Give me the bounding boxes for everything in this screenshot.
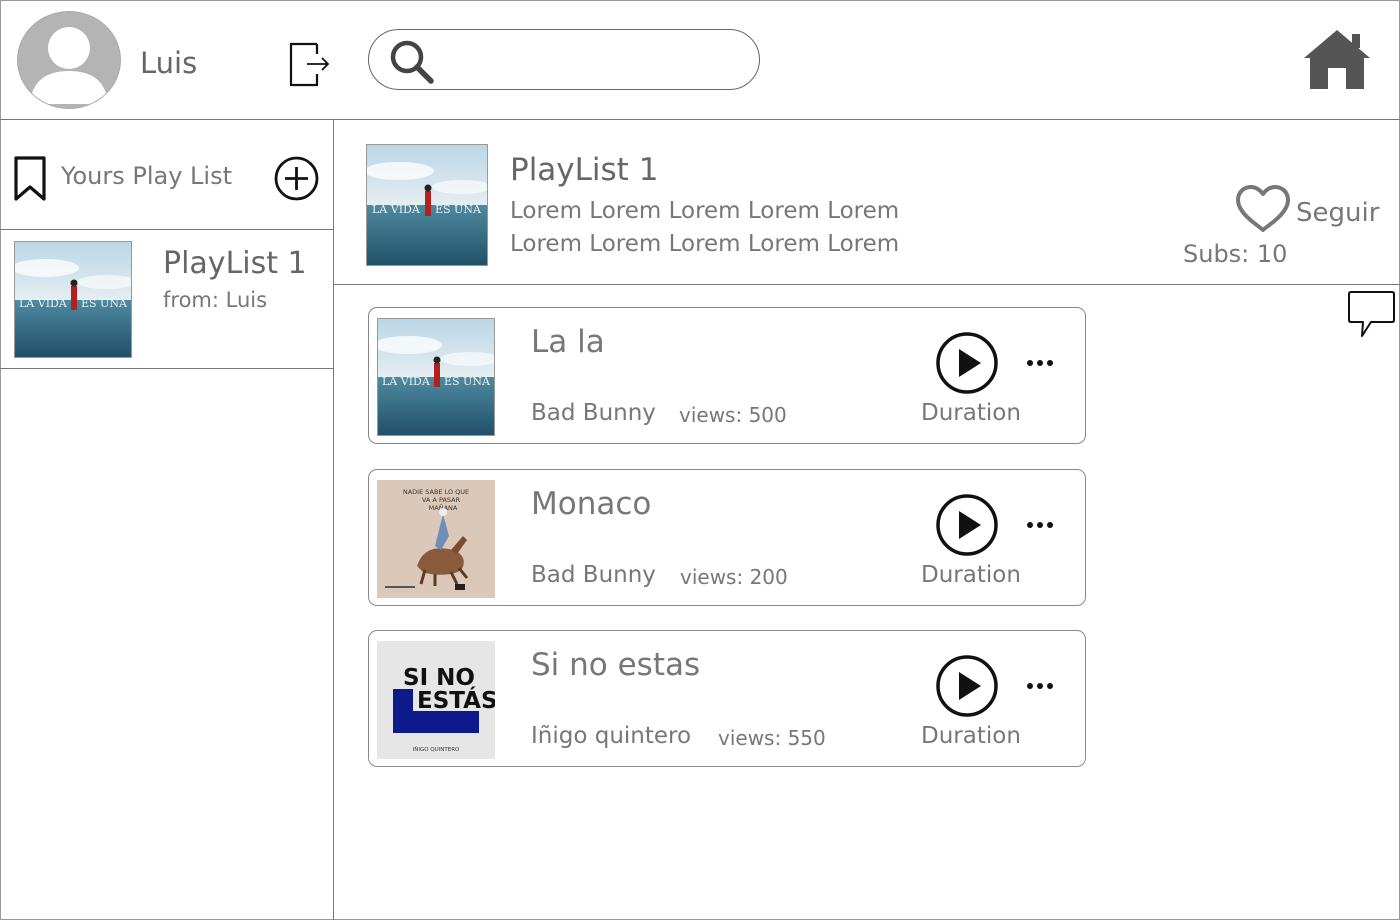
sidebar-playlist-owner: from: Luis bbox=[163, 288, 268, 312]
username: Luis bbox=[140, 46, 198, 80]
play-circle-icon[interactable] bbox=[936, 655, 998, 717]
sidebar-playlist-title: PlayList 1 bbox=[163, 246, 307, 281]
sidebar-header-divider bbox=[0, 229, 333, 230]
song-views: views: 200 bbox=[680, 565, 788, 589]
sidebar-divider bbox=[333, 120, 334, 920]
song-duration: Duration bbox=[921, 400, 1021, 426]
playlist-description-line: Lorem Lorem Lorem Lorem Lorem bbox=[510, 231, 900, 257]
song-row[interactable]: SI NO ESTÁS IÑIGO QUINTERO Si no estas I… bbox=[368, 630, 1086, 767]
app-frame bbox=[0, 0, 1400, 920]
svg-text:IÑIGO QUINTERO: IÑIGO QUINTERO bbox=[413, 746, 460, 753]
logout-icon[interactable] bbox=[289, 40, 331, 88]
song-views: views: 550 bbox=[718, 726, 826, 750]
svg-text:LA VIDA: LA VIDA bbox=[19, 297, 68, 310]
bookmark-icon bbox=[14, 156, 46, 201]
playlist-title: PlayList 1 bbox=[510, 152, 659, 188]
song-duration: Duration bbox=[921, 562, 1021, 588]
album-cover-image: LA VIDA ES UNA bbox=[378, 319, 494, 435]
album-cover-image: LA VIDA ES UNA bbox=[367, 145, 487, 265]
svg-text:ES UNA: ES UNA bbox=[435, 203, 482, 216]
song-artist[interactable]: Bad Bunny bbox=[531, 562, 656, 588]
more-dots-icon[interactable] bbox=[1025, 514, 1055, 536]
song-cover: LA VIDA ES UNA bbox=[377, 318, 495, 436]
play-circle-icon[interactable] bbox=[936, 494, 998, 556]
song-cover: SI NO ESTÁS IÑIGO QUINTERO bbox=[377, 641, 495, 759]
follow-button[interactable]: Seguir bbox=[1296, 198, 1379, 228]
song-duration: Duration bbox=[921, 723, 1021, 749]
svg-text:LA VIDA: LA VIDA bbox=[382, 375, 431, 388]
playlist-header-divider bbox=[334, 284, 1400, 285]
svg-text:ES UNA: ES UNA bbox=[444, 375, 491, 388]
song-cover: NADIE SABE LO QUE VA A PASAR MAÑANA bbox=[377, 480, 495, 598]
home-icon[interactable] bbox=[1302, 28, 1372, 90]
song-title: La la bbox=[531, 324, 605, 360]
playlist-header-cover: LA VIDA ES UNA bbox=[366, 144, 488, 266]
play-circle-icon[interactable] bbox=[936, 332, 998, 394]
comment-icon[interactable] bbox=[1347, 290, 1395, 340]
svg-text:ESTÁS: ESTÁS bbox=[417, 686, 495, 714]
svg-text:LA VIDA: LA VIDA bbox=[372, 203, 421, 216]
playlist-description: Lorem Lorem Lorem Lorem Lorem Lorem Lore… bbox=[510, 195, 930, 261]
playlist-cover: LA VIDA ES UNA bbox=[14, 241, 132, 358]
search-input[interactable] bbox=[446, 35, 750, 85]
header-divider bbox=[0, 119, 1400, 120]
more-dots-icon[interactable] bbox=[1025, 352, 1055, 374]
song-row[interactable]: LA VIDA ES UNA La la Bad Bunny views: 50… bbox=[368, 307, 1086, 444]
album-cover-image: SI NO ESTÁS IÑIGO QUINTERO bbox=[377, 641, 495, 759]
sidebar-item-divider bbox=[0, 368, 333, 369]
song-title: Monaco bbox=[531, 486, 652, 522]
svg-text:ES UNA: ES UNA bbox=[81, 297, 128, 310]
song-views: views: 500 bbox=[679, 403, 787, 427]
search-icon[interactable] bbox=[388, 38, 436, 86]
more-dots-icon[interactable] bbox=[1025, 675, 1055, 697]
svg-text:VA A PASAR: VA A PASAR bbox=[422, 496, 461, 504]
song-row[interactable]: NADIE SABE LO QUE VA A PASAR MAÑANA Mona… bbox=[368, 469, 1086, 606]
album-cover-image: LA VIDA ES UNA bbox=[15, 242, 131, 357]
album-cover-image: NADIE SABE LO QUE VA A PASAR MAÑANA bbox=[377, 480, 495, 598]
playlist-description-line: Lorem Lorem Lorem Lorem Lorem bbox=[510, 198, 900, 224]
sidebar-title: Yours Play List bbox=[61, 162, 232, 190]
subscriber-count: Subs: 10 bbox=[1183, 240, 1288, 268]
avatar[interactable] bbox=[17, 11, 121, 109]
song-title: Si no estas bbox=[531, 647, 701, 683]
song-artist[interactable]: Iñigo quintero bbox=[531, 723, 691, 749]
user-silhouette-icon bbox=[30, 27, 108, 104]
add-circle-icon[interactable] bbox=[273, 155, 320, 202]
song-artist[interactable]: Bad Bunny bbox=[531, 400, 656, 426]
heart-icon[interactable] bbox=[1235, 184, 1291, 234]
svg-text:NADIE SABE LO QUE: NADIE SABE LO QUE bbox=[403, 488, 469, 496]
